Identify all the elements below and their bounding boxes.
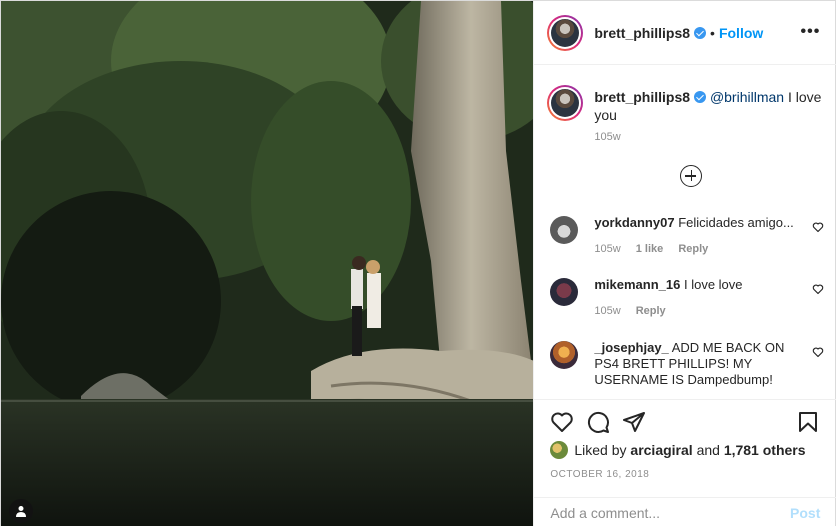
comment-item: _josephjay_ ADD ME BACK ON PS4 BRETT PHI… — [550, 340, 830, 388]
post-date[interactable]: OCTOBER 16, 2018 — [550, 469, 649, 480]
post-caption: brett_phillips8 @brihillman I love you — [547, 85, 827, 124]
comment-meta: 105w 1 like Reply — [594, 241, 794, 257]
likes-count[interactable]: 1,781 others — [724, 442, 806, 458]
comment-avatar[interactable] — [550, 216, 579, 244]
liker-username[interactable]: arciagiral — [630, 442, 692, 458]
post-side-panel: brett_phillips8 • Follow ••• brett_phill… — [533, 1, 836, 526]
verified-badge-icon — [694, 26, 707, 39]
comment-text: I love love — [683, 277, 743, 292]
action-bar — [534, 399, 836, 447]
comment-body: mikemann_16 I love love 105w Reply — [594, 277, 794, 319]
separator-dot: • — [710, 24, 715, 41]
comment-body: yorkdanny07 Felicidades amigo... 105w 1 … — [594, 215, 794, 257]
comment-text: Felicidades amigo... — [678, 215, 794, 230]
comment-username[interactable]: _josephjay_ — [594, 340, 668, 355]
caption-author-avatar[interactable] — [547, 85, 584, 121]
heart-icon[interactable] — [550, 410, 574, 434]
comment-like-heart-icon[interactable] — [812, 221, 824, 233]
user-tag-icon — [16, 506, 26, 517]
comment-body: _josephjay_ ADD ME BACK ON PS4 BRETT PHI… — [594, 340, 794, 388]
comment-avatar[interactable] — [550, 278, 579, 306]
follow-button[interactable]: Follow — [719, 25, 763, 41]
post-comment-button[interactable]: Post — [790, 505, 820, 521]
author-username[interactable]: brett_phillips8 — [594, 25, 690, 41]
plus-circle-icon[interactable] — [680, 165, 703, 187]
comment-line: _josephjay_ ADD ME BACK ON PS4 BRETT PHI… — [594, 340, 794, 388]
avatar-image — [551, 89, 580, 117]
user-tag-button[interactable] — [9, 499, 33, 523]
caption-text: brett_phillips8 @brihillman I love you — [594, 88, 824, 124]
photo-image — [1, 1, 534, 526]
comment-line: mikemann_16 I love love — [594, 277, 794, 293]
comment-like-heart-icon[interactable] — [812, 283, 824, 295]
header-text: brett_phillips8 • Follow — [594, 25, 763, 41]
comment-username[interactable]: mikemann_16 — [594, 277, 680, 292]
comment-avatar[interactable] — [550, 341, 579, 369]
likes-prefix: Liked by — [574, 442, 627, 458]
caption-mention-link[interactable]: @brihillman — [710, 89, 784, 105]
comment-line: yorkdanny07 Felicidades amigo... — [594, 215, 794, 231]
comment-meta: 105w Reply — [594, 303, 794, 319]
comment-time[interactable]: 105w — [594, 305, 620, 317]
post-photo[interactable] — [1, 1, 534, 526]
comment-time[interactable]: 105w — [594, 243, 620, 255]
liker-avatar[interactable] — [550, 441, 569, 459]
bookmark-icon[interactable] — [796, 410, 820, 434]
caption-author-username[interactable]: brett_phillips8 — [594, 89, 690, 105]
likes-summary: Liked by arciagiral and 1,781 others — [550, 441, 806, 459]
comment-bubble-icon[interactable] — [586, 410, 610, 434]
verified-badge-icon — [694, 91, 707, 103]
likes-middle: and — [696, 442, 720, 458]
comment-username[interactable]: yorkdanny07 — [594, 215, 674, 230]
post-header: brett_phillips8 • Follow ••• — [534, 1, 836, 65]
comment-item: mikemann_16 I love love 105w Reply — [550, 277, 830, 319]
comment-like-heart-icon[interactable] — [812, 346, 824, 358]
instagram-post: brett_phillips8 • Follow ••• brett_phill… — [0, 0, 836, 526]
author-avatar[interactable] — [547, 14, 584, 51]
comment-reply-button[interactable]: Reply — [636, 305, 666, 317]
comment-input[interactable] — [550, 504, 751, 521]
caption-timestamp[interactable]: 105w — [594, 131, 620, 143]
avatar-image — [551, 18, 580, 47]
more-options-icon[interactable]: ••• — [801, 23, 821, 41]
comment-likes[interactable]: 1 like — [636, 243, 664, 255]
comment-reply-button[interactable]: Reply — [678, 243, 708, 255]
add-comment-bar: Post — [534, 497, 836, 526]
paper-plane-icon[interactable] — [622, 410, 646, 434]
comment-item: yorkdanny07 Felicidades amigo... 105w 1 … — [550, 215, 830, 257]
